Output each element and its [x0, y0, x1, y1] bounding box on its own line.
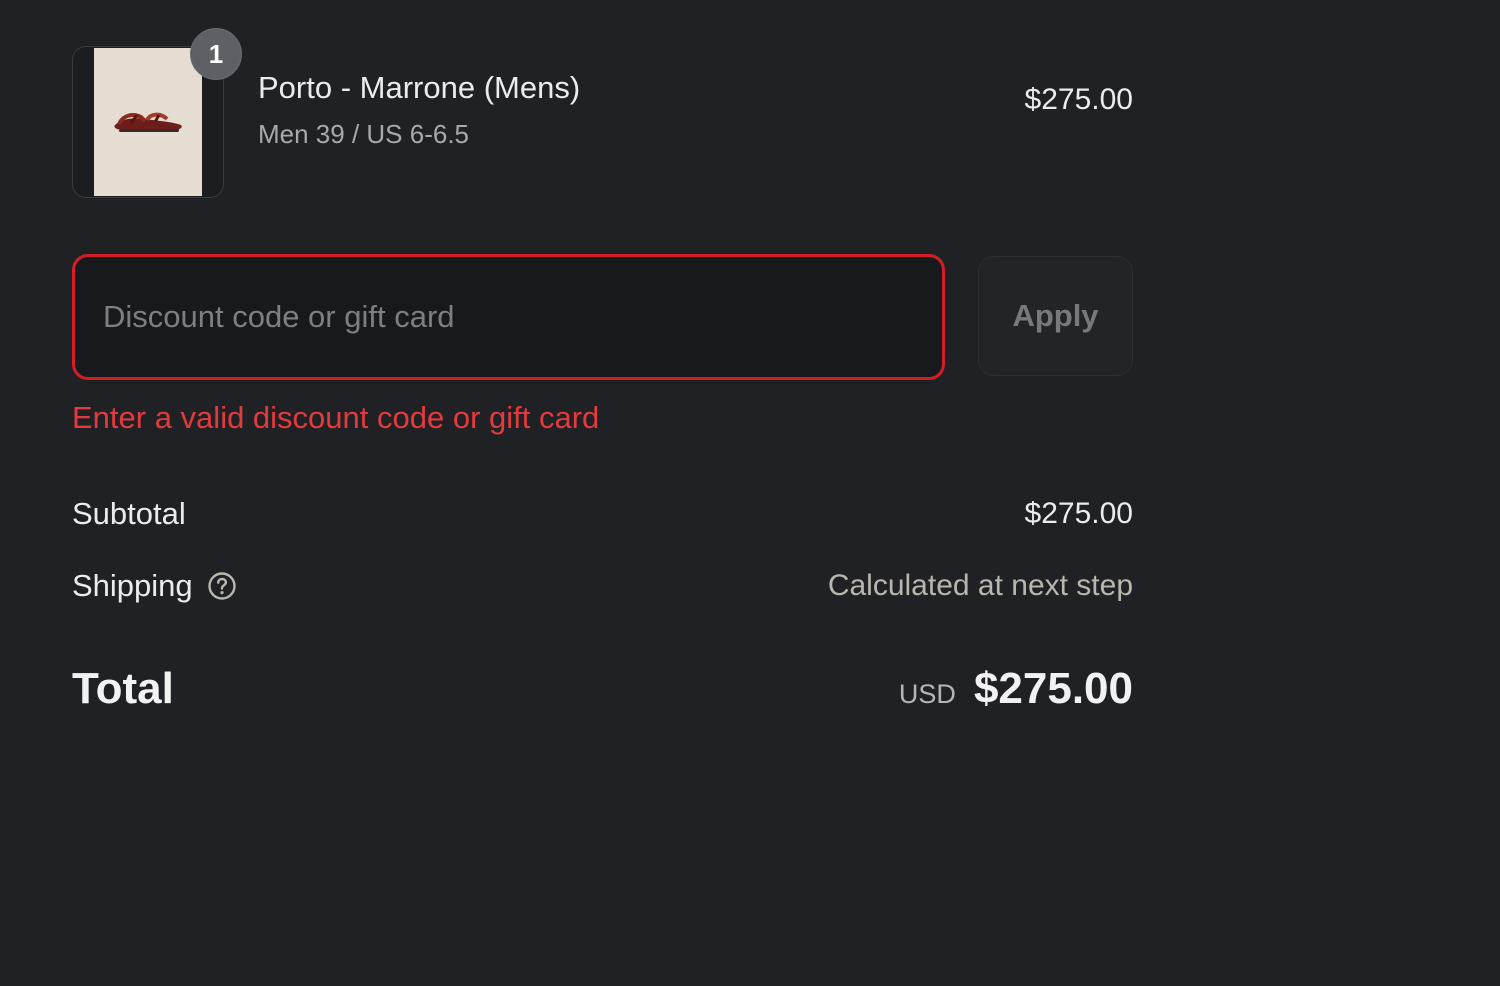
shipping-label: Shipping [72, 568, 193, 603]
subtotal-value: $275.00 [1024, 497, 1133, 530]
total-label: Total [72, 664, 174, 713]
line-item: 1 Porto - Marrone (Mens) Men 39 / US 6-6… [72, 28, 1133, 198]
discount-code-input[interactable] [72, 254, 945, 380]
order-summary-page: 1 Porto - Marrone (Mens) Men 39 / US 6-6… [0, 0, 1500, 986]
product-info: Porto - Marrone (Mens) Men 39 / US 6-6.5 [258, 68, 1025, 152]
shipping-value: Calculated at next step [827, 569, 1133, 602]
currency-code: USD [898, 679, 956, 709]
product-price: $275.00 [1024, 83, 1133, 116]
product-image [94, 48, 202, 196]
total-row: Total USD $275.00 [72, 664, 1133, 714]
apply-button[interactable]: Apply [978, 256, 1133, 376]
product-name: Porto - Marrone (Mens) [258, 70, 581, 105]
product-thumbnail: 1 [72, 28, 242, 198]
order-summary: 1 Porto - Marrone (Mens) Men 39 / US 6-6… [72, 28, 1133, 714]
quantity-badge: 1 [190, 28, 242, 80]
subtotal-row: Subtotal $275.00 [72, 496, 1133, 532]
subtotal-label: Subtotal [72, 496, 186, 531]
total-amount: USD $275.00 [899, 664, 1133, 714]
discount-form: Apply [72, 254, 1133, 380]
sandal-icon [114, 112, 182, 132]
total-value: $275.00 [973, 664, 1133, 713]
help-circle-icon[interactable] [207, 571, 237, 601]
shipping-label-group: Shipping [72, 568, 237, 604]
discount-error-message: Enter a valid discount code or gift card [72, 400, 600, 435]
shipping-row: Shipping Calculated at next step [72, 568, 1133, 604]
product-variant: Men 39 / US 6-6.5 [258, 119, 469, 149]
